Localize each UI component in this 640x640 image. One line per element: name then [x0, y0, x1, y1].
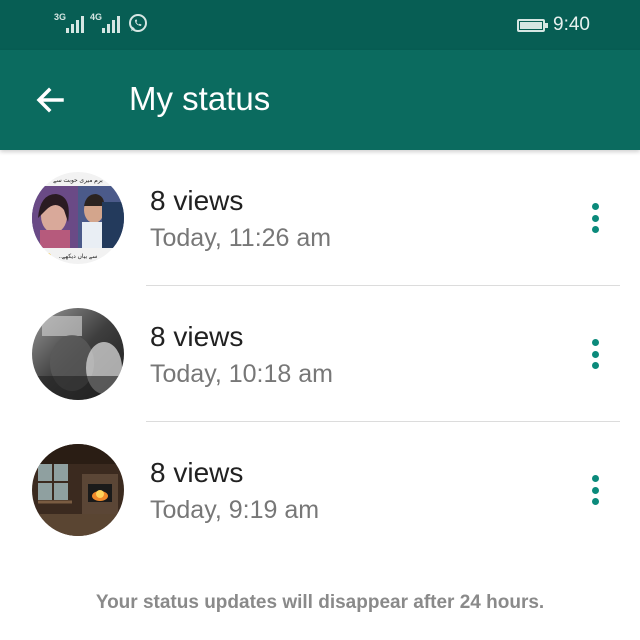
- disappear-note: Your status updates will disappear after…: [95, 592, 545, 613]
- signal-icon: [66, 16, 84, 33]
- view-count: 8 views: [150, 321, 244, 352]
- view-count: 8 views: [150, 457, 244, 488]
- more-options-icon[interactable]: [583, 336, 607, 372]
- clock: 9:40: [553, 14, 590, 35]
- status-left-group: 3G 4G: [54, 12, 148, 33]
- whatsapp-icon: [129, 14, 147, 32]
- thumbnail-caption-top: برم میری حوبت سے: [53, 178, 103, 184]
- status-time: Today, 9:19 am: [150, 496, 320, 524]
- status-time: Today, 11:26 am: [150, 224, 332, 252]
- signal-icon: [102, 16, 120, 33]
- thumbnail-image: [32, 308, 124, 400]
- status-item[interactable]: 8 views Today, 10:18 am: [0, 286, 640, 422]
- network-type-label: 3G: [54, 12, 67, 22]
- thumbnail-caption-bottom: ..سے بیاں دیکھے: [59, 253, 98, 260]
- system-status-bar: 3G 4G 9:40: [0, 0, 640, 50]
- more-options-icon[interactable]: [583, 200, 607, 236]
- status-time: Today, 10:18 am: [150, 360, 333, 388]
- status-thumbnail[interactable]: [32, 444, 124, 536]
- view-count: 8 views: [150, 185, 244, 216]
- status-item[interactable]: 8 views Today, 9:19 am: [0, 422, 640, 558]
- arrow-left-icon[interactable]: [34, 84, 66, 116]
- status-list: برم میری حوبت سے ..سے بیاں دیکھے 8 views…: [0, 150, 640, 558]
- page-title: My status: [129, 80, 271, 117]
- status-thumbnail[interactable]: برم میری حوبت سے ..سے بیاں دیکھے: [32, 172, 124, 264]
- app-bar: My status: [0, 50, 640, 150]
- signal-4g: 4G: [90, 12, 120, 33]
- status-thumbnail[interactable]: [32, 308, 124, 400]
- more-options-icon[interactable]: [583, 472, 607, 508]
- thumbnail-image: برم میری حوبت سے ..سے بیاں دیکھے: [32, 172, 124, 264]
- signal-3g: 3G: [54, 12, 84, 33]
- status-item[interactable]: برم میری حوبت سے ..سے بیاں دیکھے 8 views…: [0, 150, 640, 286]
- status-right-group: 9:40: [517, 14, 590, 36]
- network-type-label: 4G: [90, 12, 103, 22]
- thumbnail-image: [32, 444, 124, 536]
- battery-icon: [517, 18, 549, 32]
